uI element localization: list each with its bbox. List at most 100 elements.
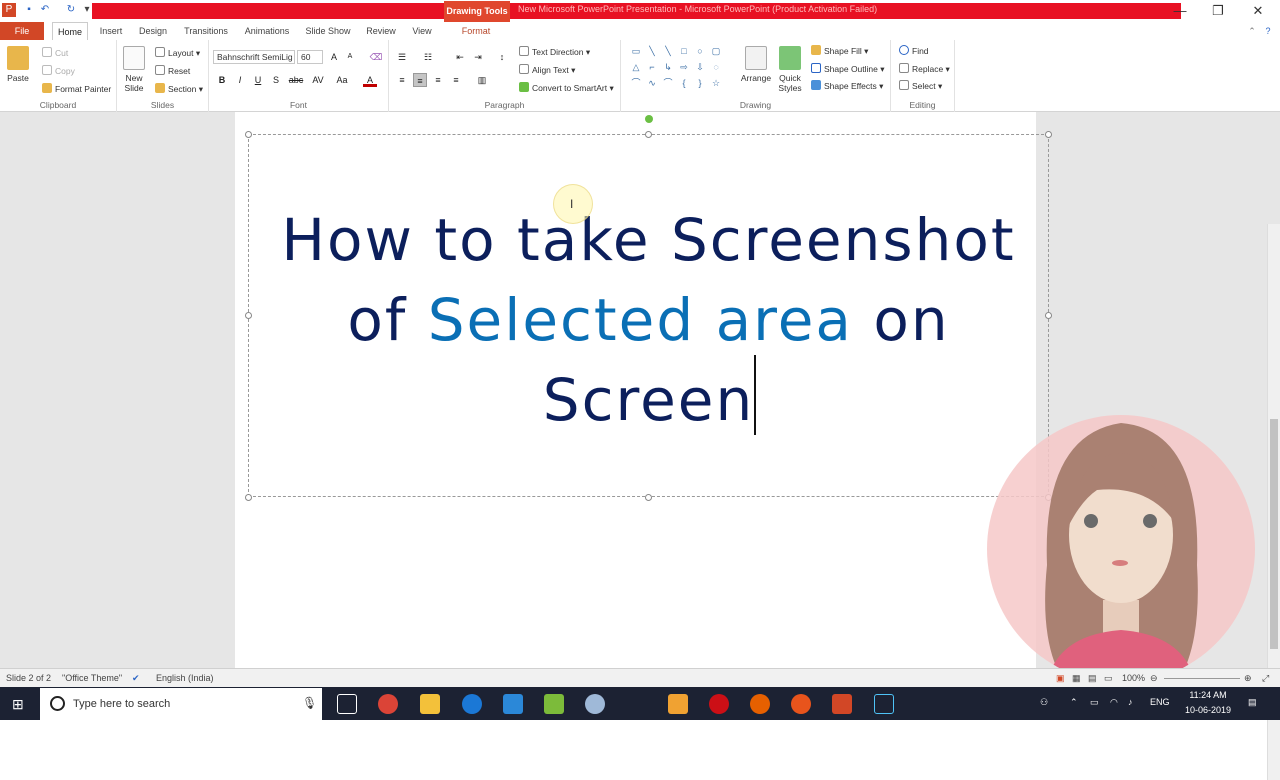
decrease-indent-icon[interactable]: ⇤ [453, 50, 467, 64]
resize-handle[interactable] [1045, 131, 1052, 138]
replace-button[interactable]: Replace ▾ [899, 63, 950, 75]
tab-home[interactable]: Home [52, 22, 88, 40]
resize-handle[interactable] [645, 131, 652, 138]
zoom-level[interactable]: 100% [1122, 673, 1145, 683]
tab-animations[interactable]: Animations [240, 22, 294, 40]
star-shape-icon[interactable]: ☆ [711, 78, 721, 88]
resize-handle[interactable] [645, 494, 652, 501]
app-icon[interactable] [585, 694, 605, 714]
theme-name[interactable]: "Office Theme" [62, 673, 122, 683]
taskbar-search[interactable]: Type here to search 🎙 [40, 688, 322, 720]
shape-outline-button[interactable]: Shape Outline ▾ [811, 63, 885, 75]
curve-shape-icon[interactable]: ⌒ [631, 78, 641, 88]
font-size-dropdown[interactable]: 60 [297, 50, 323, 64]
copy-button[interactable]: Copy [42, 65, 75, 76]
line-shape-icon[interactable]: ╲ [663, 46, 673, 56]
new-slide-button[interactable]: New Slide [119, 46, 149, 93]
app-icon[interactable] [668, 694, 688, 714]
justify-icon[interactable]: ≡ [449, 73, 463, 87]
redo-icon[interactable]: ↻ [64, 3, 78, 17]
convert-to-smartart-button[interactable]: Convert to SmartArt ▾ [519, 82, 614, 94]
powerpoint-taskbar-icon[interactable] [832, 694, 852, 714]
rectangle-shape-icon[interactable]: □ [679, 46, 689, 56]
clock-time[interactable]: 11:24 AM [1182, 690, 1234, 700]
app-icon[interactable] [544, 694, 564, 714]
elbow-connector-icon[interactable]: ⌐ [647, 62, 657, 72]
elbow-arrow-icon[interactable]: ↳ [663, 62, 673, 72]
down-arrow-shape-icon[interactable]: ⇩ [695, 62, 705, 72]
minimize-ribbon-icon[interactable]: ⌃ [1246, 22, 1258, 40]
language-indicator[interactable]: English (India) [156, 673, 214, 683]
line-shape-icon[interactable]: ╲ [647, 46, 657, 56]
language-tray[interactable]: ENG [1150, 697, 1170, 707]
tab-view[interactable]: View [406, 22, 438, 40]
align-text-button[interactable]: Align Text ▾ [519, 64, 575, 76]
save-icon[interactable]: ▪ [22, 3, 36, 17]
bullets-icon[interactable]: ☰ [395, 50, 409, 64]
tab-slide-show[interactable]: Slide Show [300, 22, 356, 40]
rounded-rectangle-shape-icon[interactable]: ▢ [711, 46, 721, 56]
shape-effects-button[interactable]: Shape Effects ▾ [811, 80, 883, 92]
line-spacing-icon[interactable]: ↕ [495, 50, 509, 64]
slide-sorter-icon[interactable]: ▦ [1072, 673, 1081, 684]
columns-icon[interactable]: ▥ [475, 73, 489, 87]
shape-fill-button[interactable]: Shape Fill ▾ [811, 45, 868, 57]
tab-review[interactable]: Review [362, 22, 400, 40]
paste-button[interactable]: Paste [4, 46, 32, 83]
format-painter-button[interactable]: Format Painter [42, 83, 111, 94]
brace-shape-icon[interactable]: } [695, 78, 705, 88]
underline-button[interactable]: U [251, 73, 265, 87]
restore-button[interactable]: ❐ [1198, 2, 1238, 20]
tab-format[interactable]: Format [452, 22, 500, 40]
task-view-icon[interactable] [337, 694, 357, 714]
increase-indent-icon[interactable]: ⇥ [471, 50, 485, 64]
bold-button[interactable]: B [215, 73, 229, 87]
text-shadow-button[interactable]: S [269, 73, 283, 87]
scrollbar-thumb[interactable] [1270, 419, 1278, 649]
rotate-handle[interactable] [645, 115, 653, 123]
edge-icon[interactable] [462, 694, 482, 714]
right-arrow-shape-icon[interactable]: ⇨ [679, 62, 689, 72]
people-icon[interactable]: ⚇ [1040, 697, 1048, 708]
align-left-icon[interactable]: ≡ [395, 73, 409, 87]
textbox-shape-icon[interactable]: ▭ [631, 46, 641, 56]
oval-shape-icon[interactable]: ○ [695, 46, 705, 56]
snipping-tool-icon[interactable] [874, 694, 894, 714]
resize-handle[interactable] [245, 131, 252, 138]
battery-icon[interactable]: ▭ [1090, 697, 1099, 708]
layout-button[interactable]: Layout ▾ [155, 47, 200, 59]
wifi-icon[interactable]: ◠ [1110, 697, 1118, 708]
character-spacing-button[interactable]: AV [309, 73, 327, 87]
arc-shape-icon[interactable]: ⌒ [663, 78, 673, 88]
tab-design[interactable]: Design [134, 22, 172, 40]
text-direction-button[interactable]: Text Direction ▾ [519, 46, 590, 58]
minimize-button[interactable]: — [1160, 2, 1200, 20]
normal-view-icon[interactable]: ▣ [1056, 673, 1065, 684]
file-explorer-icon[interactable] [420, 694, 440, 714]
strikethrough-button[interactable]: abc [287, 73, 305, 87]
tab-file[interactable]: File [0, 22, 44, 40]
italic-button[interactable]: I [233, 73, 247, 87]
app-icon[interactable] [791, 694, 811, 714]
font-color-button[interactable]: A [363, 73, 377, 87]
tab-insert[interactable]: Insert [94, 22, 128, 40]
firefox-icon[interactable] [750, 694, 770, 714]
slide-title-text[interactable]: How to take Screenshot of Selected area … [248, 200, 1049, 440]
grow-font-button[interactable]: A [327, 50, 341, 64]
close-button[interactable]: ✕ [1238, 2, 1278, 20]
reading-view-icon[interactable]: ▤ [1088, 673, 1097, 684]
opera-icon[interactable] [709, 694, 729, 714]
store-icon[interactable] [503, 694, 523, 714]
microphone-icon[interactable]: 🎙 [302, 696, 317, 710]
reset-button[interactable]: Reset [155, 65, 190, 76]
help-icon[interactable]: ? [1262, 22, 1274, 40]
change-case-button[interactable]: Aa [333, 73, 351, 87]
show-hidden-icons[interactable]: ⌃ [1070, 697, 1078, 708]
fit-to-window-icon[interactable]: ⤢ [1262, 673, 1269, 684]
cut-button[interactable]: Cut [42, 47, 68, 58]
notifications-icon[interactable]: ▤ [1248, 697, 1257, 708]
select-button[interactable]: Select ▾ [899, 80, 942, 92]
numbering-icon[interactable]: ☷ [421, 50, 435, 64]
align-right-icon[interactable]: ≡ [431, 73, 445, 87]
chrome-icon[interactable] [378, 694, 398, 714]
